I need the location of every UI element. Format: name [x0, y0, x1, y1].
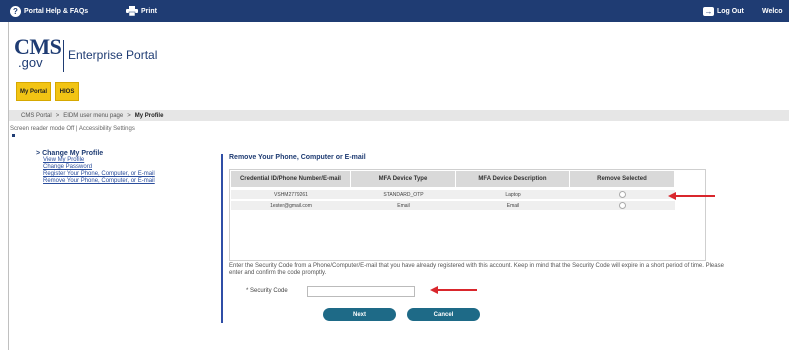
top-navigation-bar: ? Portal Help & FAQs Print → Log Out Wel…: [0, 0, 789, 22]
next-button[interactable]: Next: [323, 308, 396, 321]
profile-menu: > Change My Profile View My Profile Chang…: [36, 150, 155, 185]
question-circle-icon: ?: [10, 5, 21, 17]
breadcrumb-separator: >: [127, 112, 131, 119]
cancel-button[interactable]: Cancel: [407, 308, 480, 321]
print-link[interactable]: Print: [126, 4, 157, 18]
table-row: 1ester@gmail.com Email Email: [231, 201, 675, 210]
cell-credential: 1ester@gmail.com: [270, 202, 312, 209]
portal-title: Enterprise Portal: [68, 48, 158, 62]
cell-device-description: Email: [506, 202, 520, 209]
cell-remove: [570, 201, 675, 210]
cms-logo[interactable]: CMS .gov: [14, 34, 62, 70]
welcome-text: Welco: [762, 7, 783, 15]
remove-radio-2[interactable]: [619, 202, 626, 209]
breadcrumb-current: My Profile: [134, 112, 164, 119]
menu-heading[interactable]: > Change My Profile: [36, 150, 155, 157]
tab-hios[interactable]: HIOS: [55, 82, 79, 101]
mfa-device-table: Credential ID/Phone Number/E-mail MFA De…: [229, 169, 706, 261]
logout-label: Log Out: [717, 7, 744, 15]
breadcrumb-eidm-menu[interactable]: EIDM user menu page: [63, 113, 123, 119]
logout-link[interactable]: → Log Out: [703, 4, 744, 18]
logo-divider: [63, 40, 64, 72]
cell-device-description: Laptop: [505, 191, 521, 198]
remove-radio-1[interactable]: [619, 191, 626, 198]
accessibility-settings-link[interactable]: Screen reader mode Off | Accessibility S…: [10, 126, 135, 132]
cell-device-type: STANDARD_OTP: [383, 191, 424, 198]
tab-my-portal[interactable]: My Portal: [16, 82, 51, 101]
col-header-remove-selected: Remove Selected: [570, 171, 675, 187]
breadcrumb-separator: >: [55, 112, 60, 119]
cell-remove: [570, 190, 675, 199]
breadcrumb-cms-portal[interactable]: CMS Portal: [21, 113, 52, 119]
annotation-arrow-left-icon: [668, 192, 715, 200]
print-label: Print: [141, 7, 157, 15]
table-row: VSHM2779261 STANDARD_OTP Laptop: [231, 190, 675, 199]
left-border: [8, 22, 9, 350]
col-header-credential: Credential ID/Phone Number/E-mail: [231, 171, 351, 187]
section-title: Remove Your Phone, Computer or E-mail: [229, 154, 366, 161]
table-header-row: Credential ID/Phone Number/E-mail MFA De…: [231, 171, 675, 187]
menu-link-remove-device[interactable]: Remove Your Phone, Computer, or E-mail: [36, 178, 155, 185]
annotation-arrow-left-icon: [430, 286, 477, 294]
security-code-label: * Security Code: [246, 288, 288, 294]
portal-help-label: Portal Help & FAQs: [24, 7, 89, 15]
security-code-instructions: Enter the Security Code from a Phone/Com…: [229, 263, 724, 276]
col-header-device-description: MFA Device Description: [456, 171, 570, 187]
menu-link-view-profile[interactable]: View My Profile: [36, 157, 155, 164]
cell-credential: VSHM2779261: [274, 191, 308, 198]
caret-right-icon: >: [36, 150, 41, 157]
cell-device-type: Email: [397, 202, 410, 209]
portal-help-link[interactable]: ? Portal Help & FAQs: [10, 4, 88, 18]
logo-cms-text: CMS: [14, 34, 62, 59]
menu-link-change-password[interactable]: Change Password: [36, 164, 155, 171]
logout-icon: →: [703, 6, 714, 16]
breadcrumb: CMS Portal > EIDM user menu page > My Pr…: [9, 110, 789, 121]
security-code-input[interactable]: [307, 286, 415, 297]
menu-heading-label: Change My Profile: [42, 150, 104, 157]
menu-link-register-device[interactable]: Register Your Phone, Computer, or E-mail: [36, 171, 155, 178]
printer-icon: [126, 6, 138, 16]
corner-marker: [12, 134, 15, 137]
content-divider: [221, 154, 223, 323]
col-header-device-type: MFA Device Type: [351, 171, 456, 187]
